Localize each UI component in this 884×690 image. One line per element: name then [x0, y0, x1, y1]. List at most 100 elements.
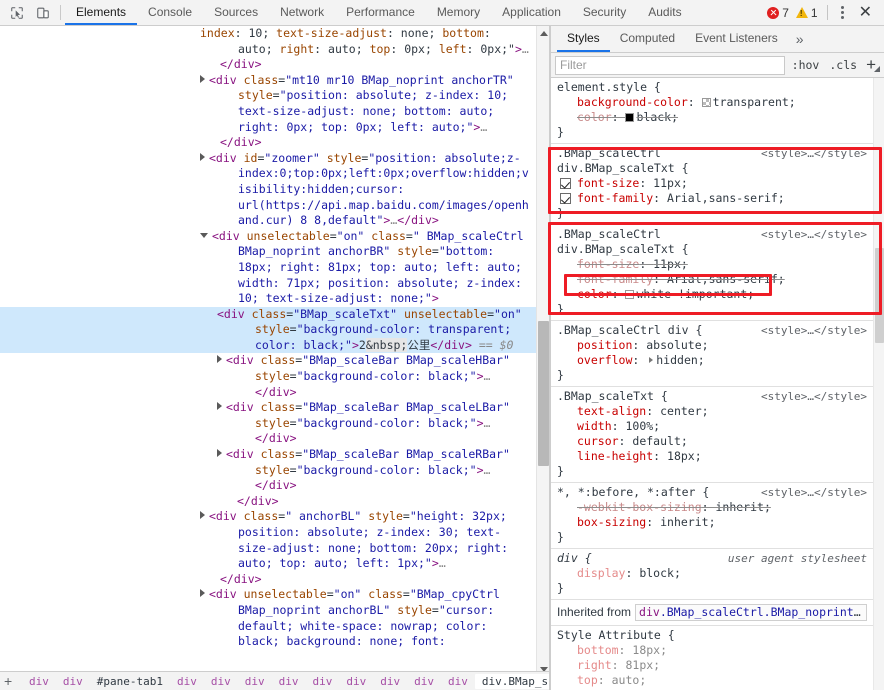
breadcrumb-item[interactable]: div [305, 674, 339, 689]
dom-node[interactable]: <div class= "mt10 mr10 BMap_noprint ancho… [0, 73, 537, 135]
css-property-name[interactable]: right [577, 658, 612, 672]
close-icon[interactable]: ✕ [853, 3, 878, 23]
scroll-up-arrow-icon[interactable] [537, 26, 549, 40]
hov-toggle-button[interactable]: :hov [787, 56, 825, 74]
css-property-value[interactable]: : 81px; [612, 658, 660, 672]
css-property-name[interactable]: text-align [577, 404, 646, 418]
tab-application[interactable]: Application [491, 0, 572, 25]
css-declaration[interactable]: right: 81px; [557, 658, 867, 673]
css-declaration[interactable]: text-align: center; [557, 404, 867, 419]
css-property-name[interactable]: color [577, 287, 612, 301]
expand-triangle-icon[interactable] [217, 449, 222, 458]
tab-computed[interactable]: Computed [610, 26, 685, 52]
css-declaration[interactable]: font-size: 11px; [557, 176, 867, 191]
css-property-value[interactable]: : 18px; [619, 643, 667, 657]
tab-audits[interactable]: Audits [637, 0, 692, 25]
css-property-name[interactable]: position [577, 338, 632, 352]
css-property-value[interactable]: white !important; [636, 287, 754, 301]
breadcrumb-add-icon[interactable]: + [4, 674, 12, 688]
style-attribute-selector[interactable]: Style Attribute { [557, 628, 675, 643]
css-property-value[interactable]: default; [632, 434, 687, 448]
dom-node[interactable]: </div> [0, 572, 537, 588]
css-declaration[interactable]: color: black; [557, 110, 867, 125]
warning-count-badge[interactable]: 1 [794, 6, 820, 20]
breadcrumb-item[interactable]: div [407, 674, 441, 689]
css-declaration[interactable]: font-family: Arial,sans-serif; [557, 191, 867, 206]
css-property-name[interactable]: overflow [577, 353, 632, 367]
collapse-triangle-icon[interactable] [200, 232, 208, 238]
color-swatch-white[interactable] [625, 290, 635, 299]
device-toolbar-icon[interactable] [32, 3, 54, 23]
tab-elements[interactable]: Elements [65, 0, 138, 25]
expand-triangle-icon[interactable] [200, 152, 205, 161]
css-declaration[interactable]: display: block; [557, 566, 867, 581]
tab-styles[interactable]: Styles [557, 26, 610, 52]
css-rule-origin[interactable]: <style>…</style> [751, 389, 867, 404]
css-selector[interactable]: .BMap_scaleCtrl div { [557, 323, 702, 338]
breadcrumb-item[interactable]: div [170, 674, 204, 689]
css-declaration[interactable]: position: absolute; [557, 338, 867, 353]
breadcrumb[interactable]: div div #pane-tab1 div div div div div div div div… [0, 671, 549, 690]
css-property-value[interactable]: hidden; [656, 353, 704, 367]
css-property-value[interactable]: 11px; [653, 257, 688, 271]
tab-memory[interactable]: Memory [426, 0, 491, 25]
css-declaration[interactable]: bottom: 18px; [557, 643, 867, 658]
dom-node[interactable]: index: 10; text-size-adjust: none; botto… [0, 26, 537, 57]
css-property-name[interactable]: font-size [577, 176, 639, 190]
css-rule-origin[interactable]: <style>…</style> [751, 227, 867, 242]
css-selector[interactable]: *, *:before, *:after { [557, 485, 709, 500]
error-count-badge[interactable]: 7 [765, 6, 791, 20]
expand-triangle-icon[interactable] [217, 402, 222, 411]
breadcrumb-item[interactable]: div [441, 674, 475, 689]
css-property-name[interactable]: box-sizing [577, 515, 646, 529]
tab-performance[interactable]: Performance [335, 0, 426, 25]
dom-node[interactable]: <div class= "BMap_scaleBar BMap_scaleLBar… [0, 400, 537, 447]
declaration-enable-checkbox[interactable] [560, 193, 571, 204]
breadcrumb-item[interactable]: div [272, 674, 306, 689]
css-property-name[interactable]: font-family [577, 191, 653, 205]
filter-input[interactable] [555, 55, 785, 75]
expand-triangle-icon[interactable] [200, 74, 205, 83]
declaration-enable-checkbox[interactable] [560, 178, 571, 189]
css-property-name[interactable]: background-color [577, 95, 688, 109]
css-property-name[interactable]: font-size [577, 257, 639, 271]
css-declaration[interactable]: line-height: 18px; [557, 449, 867, 464]
css-property-value[interactable]: 18px; [667, 449, 702, 463]
dom-node[interactable]: <div class=" anchorBL" style="height: 32… [0, 509, 537, 571]
css-property-value[interactable]: 100%; [625, 419, 660, 433]
css-declaration[interactable]: cursor: default; [557, 434, 867, 449]
dom-node-selected[interactable]: <div class="BMap_scaleTxt" unselectable=… [0, 306, 537, 354]
dom-node[interactable]: </div> [0, 494, 537, 510]
tab-sources[interactable]: Sources [203, 0, 269, 25]
breadcrumb-item[interactable]: div [373, 674, 407, 689]
css-declaration[interactable]: color: white !important; [557, 287, 867, 302]
dom-node[interactable]: <div unselectable="on" class=" BMap_scal… [0, 229, 537, 307]
css-selector[interactable]: .BMap_scaleCtrl div.BMap_scaleTxt { [557, 227, 751, 257]
css-property-name[interactable]: color [577, 110, 612, 124]
css-declaration[interactable]: top: auto; [557, 673, 867, 688]
css-property-name[interactable]: top [577, 673, 598, 687]
css-declaration[interactable]: background-color: transparent; [557, 95, 867, 110]
css-declaration[interactable]: overflow: hidden; [557, 353, 867, 368]
dom-node[interactable]: <div class= "BMap_scaleBar BMap_scaleRBar… [0, 447, 537, 494]
styles-scrollbar-thumb[interactable] [875, 248, 884, 343]
css-property-name[interactable]: -webkit-box-sizing [577, 500, 702, 514]
styles-scrollbar[interactable] [873, 78, 884, 690]
css-declaration[interactable]: width: 100%; [557, 419, 867, 434]
css-property-name[interactable]: line-height [577, 449, 653, 463]
css-property-value[interactable]: transparent; [713, 95, 796, 109]
css-selector[interactable]: .BMap_scaleTxt { [557, 389, 668, 404]
expand-triangle-icon[interactable] [217, 355, 222, 364]
css-property-name[interactable]: cursor [577, 434, 619, 448]
expand-triangle-icon[interactable] [200, 511, 205, 520]
css-declaration[interactable]: -webkit-box-sizing: inherit; [557, 500, 867, 515]
css-property-name[interactable]: display [577, 566, 625, 580]
css-property-name[interactable]: bottom [577, 643, 619, 657]
dom-node[interactable]: <div class= "BMap_scaleBar BMap_scaleHBar… [0, 353, 537, 400]
inherited-from-node-link[interactable]: div.BMap_scaleCtrl.BMap_noprint.… [635, 604, 867, 621]
css-property-value[interactable]: black; [636, 110, 678, 124]
dom-node[interactable]: <div unselectable="on" class="BMap_cpyCt… [0, 587, 537, 649]
css-property-value[interactable]: inherit; [660, 515, 715, 529]
tab-console[interactable]: Console [137, 0, 203, 25]
expand-value-triangle-icon[interactable] [649, 357, 654, 363]
